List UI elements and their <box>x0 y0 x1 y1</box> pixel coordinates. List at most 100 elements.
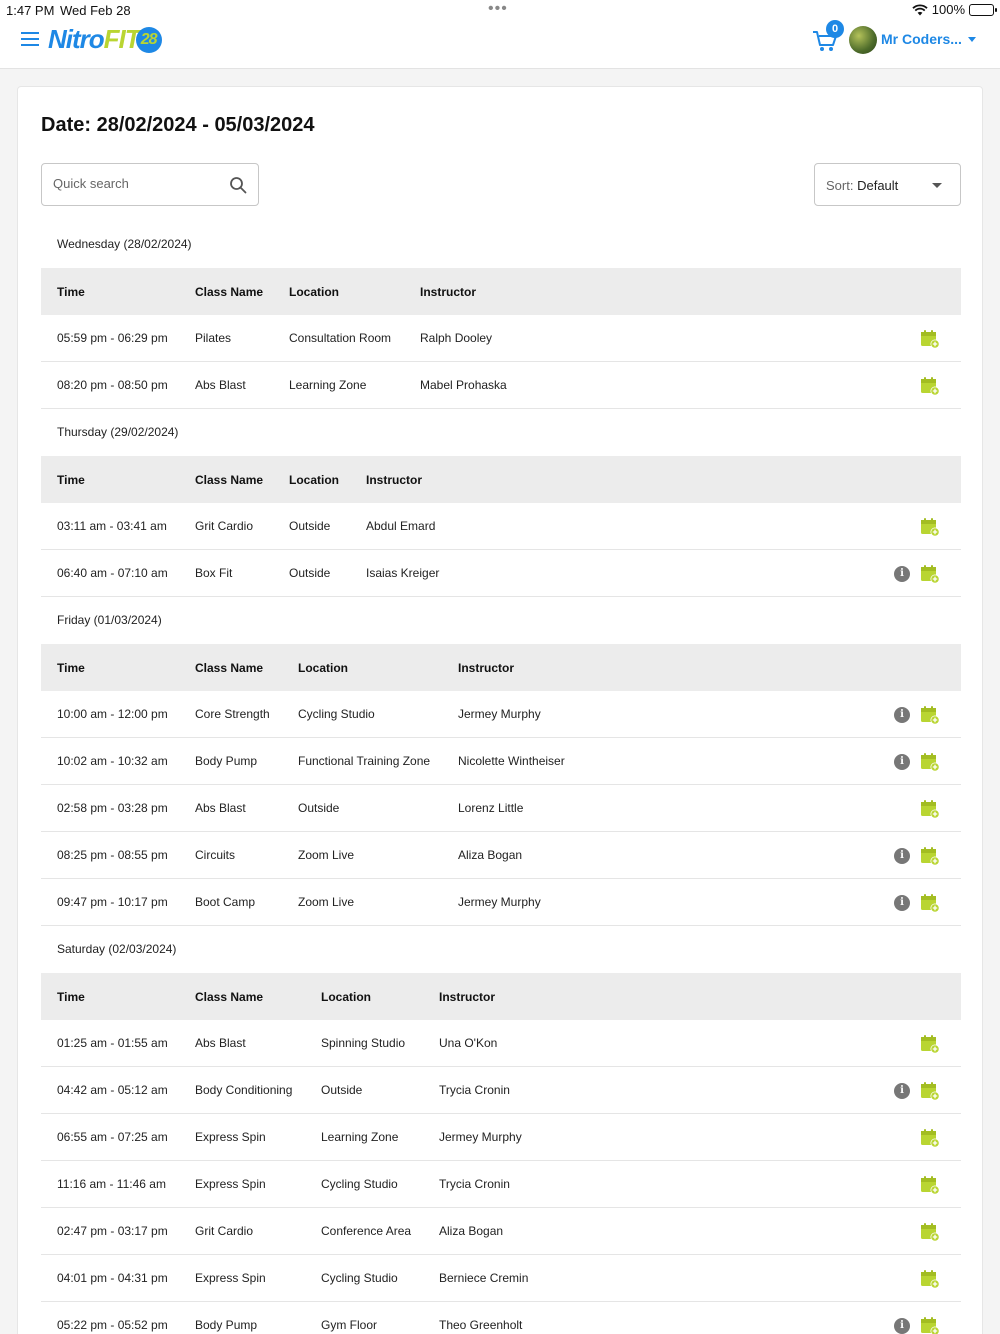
timetable-card: Date: 28/02/2024 - 05/03/2024 Sort: Defa… <box>17 86 983 1334</box>
class-location: Cycling Studio <box>321 1177 398 1191</box>
table-row[interactable]: 05:59 pm - 06:29 pm Pilates Consultation R… <box>41 315 961 362</box>
class-location: Cycling Studio <box>298 707 375 721</box>
info-icon[interactable]: i <box>894 895 910 911</box>
class-instructor: Trycia Cronin <box>439 1177 510 1191</box>
nitrofit-logo[interactable]: Nitro FIT 28 <box>48 24 162 55</box>
class-location: Consultation Room <box>289 331 392 345</box>
table-row[interactable]: 09:47 pm - 10:17 pm Boot Camp Zoom Live Jer… <box>41 879 961 926</box>
book-class-calendar-icon[interactable] <box>920 799 940 819</box>
chevron-down-icon[interactable] <box>968 37 976 42</box>
book-class-calendar-icon[interactable] <box>920 705 940 725</box>
class-time: 11:16 am - 11:46 am <box>57 1177 166 1191</box>
book-class-calendar-icon[interactable] <box>920 846 940 866</box>
info-icon[interactable]: i <box>894 1318 910 1334</box>
status-time: 1:47 PM <box>6 3 55 18</box>
class-instructor: Lorenz Little <box>458 801 524 815</box>
book-class-calendar-icon[interactable] <box>920 1175 940 1195</box>
class-instructor: Trycia Cronin <box>439 1083 510 1097</box>
table-row[interactable]: 04:01 pm - 04:31 pm Express Spin Cycling S… <box>41 1255 961 1302</box>
sort-value: Default <box>857 178 899 193</box>
table-row[interactable]: 11:16 am - 11:46 am Express Spin Cycling S… <box>41 1161 961 1208</box>
class-instructor: Aliza Bogan <box>439 1224 504 1238</box>
book-class-calendar-icon[interactable] <box>920 1128 940 1148</box>
day-label: Friday (01/03/2024) <box>57 613 162 627</box>
avatar[interactable] <box>849 26 877 54</box>
book-class-calendar-icon[interactable] <box>920 564 940 584</box>
info-icon[interactable]: i <box>894 707 910 723</box>
multitasking-dots-icon[interactable]: ••• <box>488 0 508 18</box>
table-row[interactable]: 03:11 am - 03:41 am Grit Cardio Outside Abd… <box>41 503 961 550</box>
search-input[interactable] <box>53 176 223 191</box>
table-row[interactable]: 10:02 am - 10:32 am Body Pump Functional T… <box>41 738 961 785</box>
table-header: Time Class Name Location Instructor <box>41 973 961 1020</box>
class-location: Functional Training Zone <box>298 754 431 768</box>
page-title: Date: 28/02/2024 - 05/03/2024 <box>41 114 315 136</box>
class-name: Grit Cardio <box>195 1224 254 1238</box>
class-location: Cycling Studio <box>321 1271 398 1285</box>
class-time: 08:25 pm - 08:55 pm <box>57 848 168 862</box>
battery-icon <box>969 3 997 16</box>
class-time: 10:02 am - 10:32 am <box>57 754 168 768</box>
header-location: Location <box>298 660 348 675</box>
table-row[interactable]: 06:55 am - 07:25 am Express Spin Learning … <box>41 1114 961 1161</box>
class-time: 06:55 am - 07:25 am <box>57 1130 168 1144</box>
search-icon[interactable] <box>229 176 247 194</box>
header-instructor: Instructor <box>439 989 496 1004</box>
class-name: Body Pump <box>195 1318 258 1332</box>
class-instructor: Nicolette Wintheiser <box>458 754 565 768</box>
header-time: Time <box>57 989 85 1004</box>
book-class-calendar-icon[interactable] <box>920 893 940 913</box>
book-class-calendar-icon[interactable] <box>920 1222 940 1242</box>
class-time: 10:00 am - 12:00 pm <box>57 707 168 721</box>
table-row[interactable]: 04:42 am - 05:12 am Body Conditioning Outs… <box>41 1067 961 1114</box>
book-class-calendar-icon[interactable] <box>920 1081 940 1101</box>
book-class-calendar-icon[interactable] <box>920 517 940 537</box>
class-location: Outside <box>321 1083 363 1097</box>
app-header: Nitro FIT 28 0 Mr Coders... <box>0 20 1000 69</box>
book-class-calendar-icon[interactable] <box>920 1034 940 1054</box>
table-header: Time Class Name Location Instructor <box>41 268 961 315</box>
class-instructor: Jermey Murphy <box>458 895 541 909</box>
class-time: 09:47 pm - 10:17 pm <box>57 895 168 909</box>
book-class-calendar-icon[interactable] <box>920 376 940 396</box>
book-class-calendar-icon[interactable] <box>920 752 940 772</box>
book-class-calendar-icon[interactable] <box>920 329 940 349</box>
search-box[interactable] <box>41 163 259 206</box>
class-instructor: Theo Greenholt <box>439 1318 523 1332</box>
info-icon[interactable]: i <box>894 754 910 770</box>
class-location: Gym Floor <box>321 1318 378 1332</box>
class-location: Conference Area <box>321 1224 412 1238</box>
table-row[interactable]: 02:58 pm - 03:28 pm Abs Blast Outside Loren… <box>41 785 961 832</box>
class-instructor: Berniece Cremin <box>439 1271 529 1285</box>
menu-icon[interactable] <box>21 32 39 46</box>
user-name[interactable]: Mr Coders... <box>881 31 962 47</box>
info-icon[interactable]: i <box>894 1083 910 1099</box>
table-row[interactable]: 05:22 pm - 05:52 pm Body Pump Gym Floor The… <box>41 1302 961 1334</box>
class-time: 06:40 am - 07:10 am <box>57 566 168 580</box>
table-row[interactable]: 01:25 am - 01:55 am Abs Blast Spinning Stu… <box>41 1020 961 1067</box>
sort-label: Sort: <box>826 178 854 193</box>
table-row[interactable]: 10:00 am - 12:00 pm Core Strength Cycling … <box>41 691 961 738</box>
info-icon[interactable]: i <box>894 566 910 582</box>
class-instructor: Isaias Kreiger <box>366 566 440 580</box>
status-date: Wed Feb 28 <box>60 3 131 18</box>
table-row[interactable]: 02:47 pm - 03:17 pm Grit Cardio Conference… <box>41 1208 961 1255</box>
info-icon[interactable]: i <box>894 848 910 864</box>
class-name: Grit Cardio <box>195 519 254 533</box>
table-row[interactable]: 08:20 pm - 08:50 pm Abs Blast Learning Zon… <box>41 362 961 409</box>
class-location: Learning Zone <box>289 378 367 392</box>
header-instructor: Instructor <box>458 660 515 675</box>
class-name: Core Strength <box>195 707 270 721</box>
class-name: Body Pump <box>195 754 258 768</box>
class-instructor: Jermey Murphy <box>458 707 541 721</box>
class-name: Pilates <box>195 331 232 345</box>
table-row[interactable]: 08:25 pm - 08:55 pm Circuits Zoom Live Aliz… <box>41 832 961 879</box>
book-class-calendar-icon[interactable] <box>920 1316 940 1334</box>
status-bar: 1:47 PM Wed Feb 28 ••• 100% <box>0 0 1000 20</box>
class-location: Spinning Studio <box>321 1036 406 1050</box>
book-class-calendar-icon[interactable] <box>920 1269 940 1289</box>
header-location: Location <box>321 989 371 1004</box>
sort-select[interactable]: Sort: Default <box>814 163 961 206</box>
table-row[interactable]: 06:40 am - 07:10 am Box Fit Outside Isaias … <box>41 550 961 597</box>
class-name: Express Spin <box>195 1271 266 1285</box>
